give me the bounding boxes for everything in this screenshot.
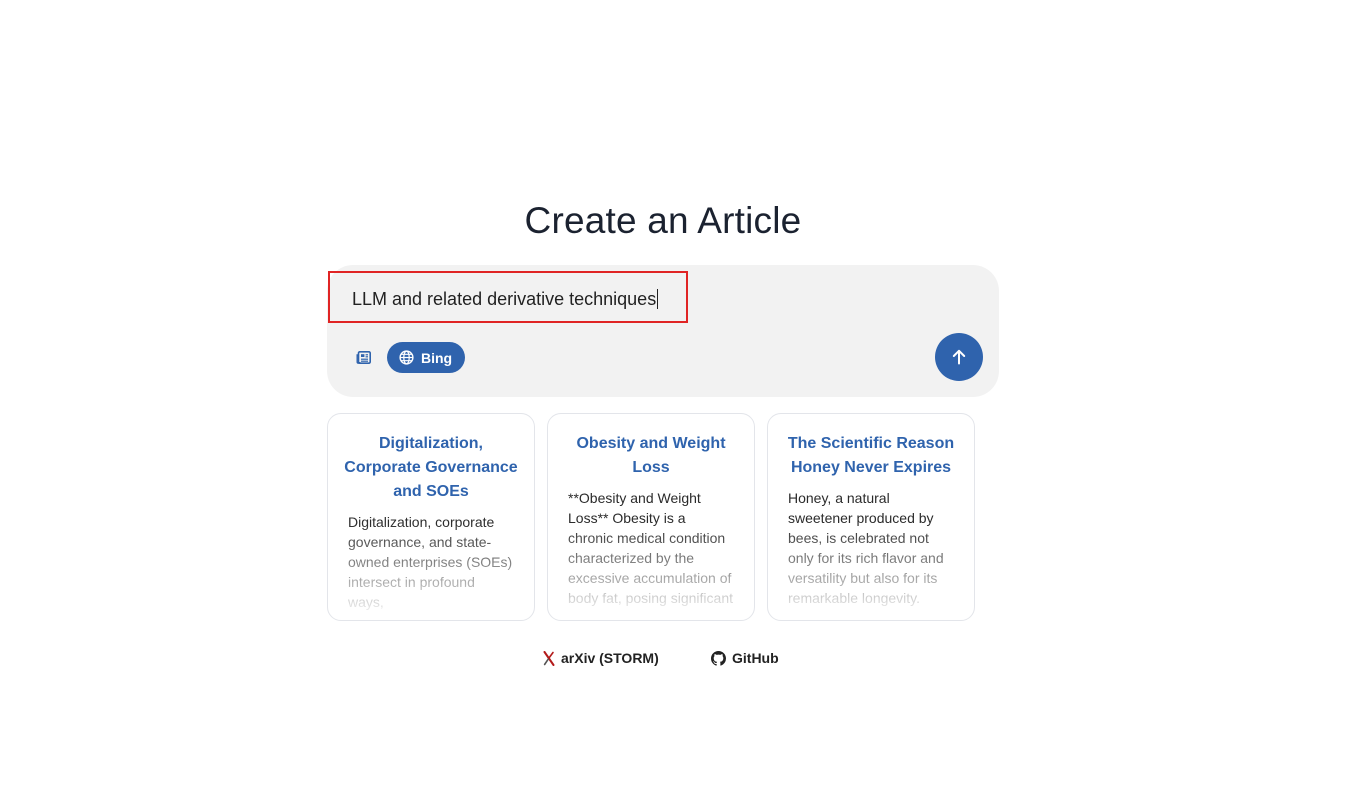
article-card[interactable]: The Scientific Reason Honey Never Expire… (767, 413, 975, 621)
github-icon (711, 650, 726, 666)
arrow-up-icon (952, 349, 966, 365)
globe-icon (399, 350, 414, 365)
article-card-title: Obesity and Weight Loss (576, 435, 726, 476)
article-card-snippet: Honey, a natural sweetener produced by b… (788, 488, 954, 612)
topic-input-value[interactable]: LLM and related derivative techniques (352, 287, 659, 311)
github-link[interactable]: GitHub (711, 650, 779, 666)
page: Create an Article LLM and related deriva… (0, 0, 1359, 792)
footer-links: arXiv (STORM) GitHub (327, 650, 999, 672)
example-article-cards: Digitalization, Corporate Governance and… (327, 413, 987, 621)
article-card[interactable]: Obesity and Weight Loss **Obesity and We… (547, 413, 755, 621)
article-composer: LLM and related derivative techniques Bi… (327, 265, 999, 397)
arxiv-link[interactable]: arXiv (STORM) (543, 650, 659, 666)
topic-input[interactable]: LLM and related derivative techniques (328, 271, 688, 323)
text-caret (657, 289, 659, 309)
bing-label: Bing (421, 349, 453, 366)
news-source-toggle[interactable] (351, 345, 375, 369)
submit-button[interactable] (935, 333, 983, 381)
article-card-title: The Scientific Reason Honey Never Expire… (787, 435, 955, 476)
github-link-label: GitHub (732, 650, 779, 666)
arxiv-icon (543, 650, 555, 666)
article-card-title: Digitalization, Corporate Governance and… (344, 435, 518, 500)
bing-search-toggle[interactable]: Bing (387, 342, 466, 373)
newspaper-icon (356, 350, 371, 364)
arxiv-link-label: arXiv (STORM) (561, 650, 659, 666)
page-title: Create an Article (524, 200, 802, 241)
article-card[interactable]: Digitalization, Corporate Governance and… (327, 413, 535, 621)
article-card-snippet: Digitalization, corporate governance, an… (348, 514, 514, 612)
article-card-snippet: **Obesity and Weight Loss** Obesity is a… (568, 488, 734, 612)
